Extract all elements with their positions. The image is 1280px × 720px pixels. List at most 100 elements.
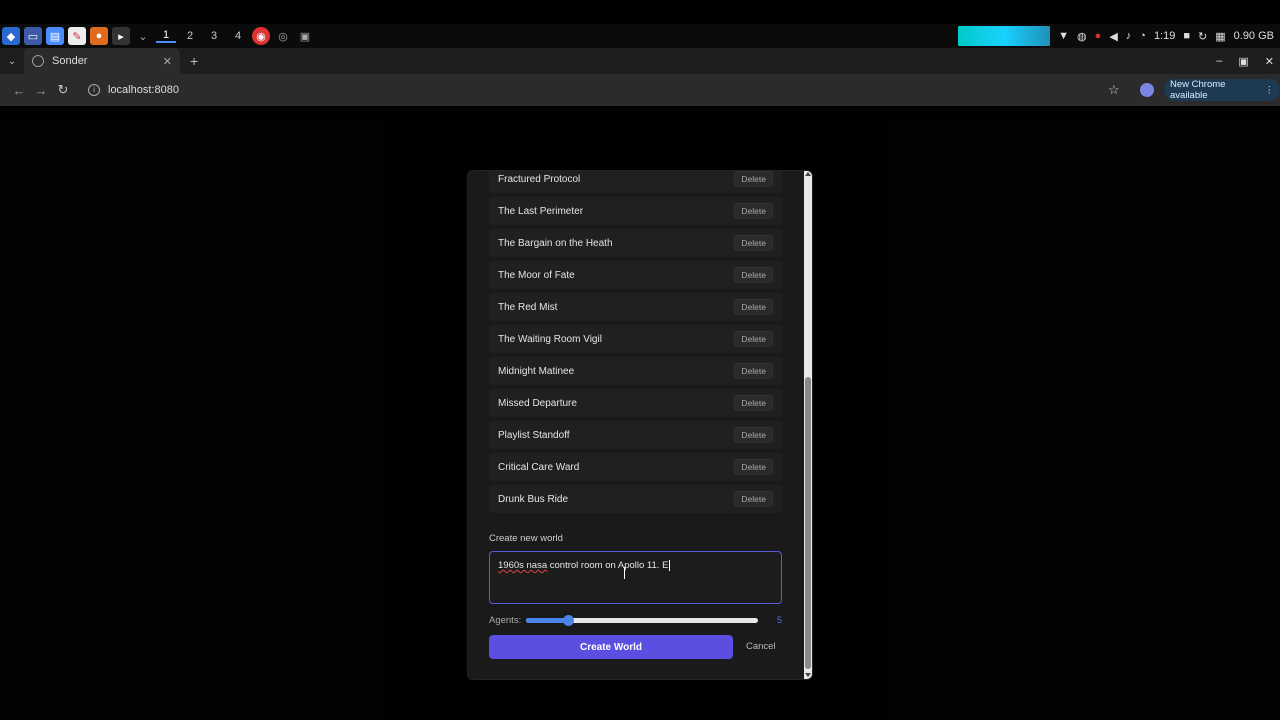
more-vert-icon: ⋮ (1264, 84, 1275, 96)
desktop-icon[interactable]: ▭ (24, 27, 42, 45)
tab-search-icon[interactable]: ⌄ (0, 56, 24, 67)
world-name[interactable]: Fractured Protocol (498, 174, 580, 185)
delete-button[interactable]: Delete (734, 235, 773, 251)
list-item: The Bargain on the Heath Delete (489, 229, 782, 257)
world-name[interactable]: The Waiting Room Vigil (498, 334, 602, 345)
minimize-icon[interactable]: – (1216, 55, 1222, 68)
url-text: localhost:8080 (108, 84, 179, 96)
world-name[interactable]: Missed Departure (498, 398, 577, 409)
volume-icon[interactable]: ◀ (1109, 30, 1117, 43)
audio-visualizer (958, 26, 1051, 46)
workspace-2[interactable]: 2 (180, 30, 200, 42)
forward-icon[interactable]: → (30, 83, 52, 98)
delete-button[interactable]: Delete (734, 171, 773, 187)
terminal-icon[interactable]: ▸ (112, 27, 130, 45)
cancel-button[interactable]: Cancel (746, 641, 776, 652)
list-item: The Red Mist Delete (489, 293, 782, 321)
delete-button[interactable]: Delete (734, 395, 773, 411)
scroll-up-icon[interactable] (805, 172, 811, 176)
prompt-text-misspelled: 1960s nasa (498, 560, 548, 571)
list-item: Critical Care Ward Delete (489, 453, 782, 481)
world-name[interactable]: The Bargain on the Heath (498, 238, 613, 249)
worlds-modal: Fractured Protocol Delete The Last Perime… (467, 170, 813, 680)
lock-icon[interactable]: ■ (1183, 30, 1190, 42)
firefox-icon[interactable]: ● (90, 27, 108, 45)
clock-icon: ◔ (1139, 30, 1146, 42)
refresh-icon[interactable]: ↻ (1198, 30, 1207, 43)
page-viewport: Fractured Protocol Delete The Last Perime… (0, 106, 1280, 720)
memory-usage: 0.90 GB (1233, 30, 1274, 42)
agents-value: 5 (777, 615, 783, 625)
delete-button[interactable]: Delete (734, 299, 773, 315)
delete-button[interactable]: Delete (734, 459, 773, 475)
site-info-icon[interactable]: i (88, 84, 100, 96)
world-name[interactable]: The Red Mist (498, 302, 557, 313)
workspace-1[interactable]: 1 (156, 29, 176, 43)
delete-button[interactable]: Delete (734, 363, 773, 379)
delete-button[interactable]: Delete (734, 267, 773, 283)
world-prompt-textarea[interactable]: 1960s nasa control room on Apollo 11. E​ (489, 551, 782, 604)
vpn-icon[interactable]: ◍ (1077, 30, 1087, 43)
delete-button[interactable]: Delete (734, 331, 773, 347)
editor-icon[interactable]: ✎ (68, 27, 86, 45)
browser-tabbar: ⌄ Sonder ✕ + – ▣ ✕ (0, 48, 1280, 74)
launcher-icon[interactable]: ◆ (2, 27, 20, 45)
clock-time: 1:19 (1153, 30, 1176, 42)
scrollbar-thumb[interactable] (805, 377, 811, 669)
world-name[interactable]: Playlist Standoff (498, 430, 570, 441)
world-list: Fractured Protocol Delete The Last Perime… (489, 171, 782, 517)
list-item: Midnight Matinee Delete (489, 357, 782, 385)
world-name[interactable]: Midnight Matinee (498, 366, 574, 377)
world-name[interactable]: Drunk Bus Ride (498, 494, 568, 505)
address-bar[interactable]: i localhost:8080 (82, 78, 1102, 102)
create-world-label: Create new world (489, 533, 563, 544)
chrome-icon[interactable]: ◉ (252, 27, 270, 45)
modal-scrollbar[interactable] (804, 171, 812, 679)
scroll-down-icon[interactable] (805, 673, 811, 677)
browser-tab[interactable]: Sonder ✕ (24, 48, 180, 74)
workspace-3[interactable]: 3 (204, 30, 224, 42)
world-name[interactable]: The Moor of Fate (498, 270, 575, 281)
agents-slider[interactable] (526, 615, 758, 626)
close-window-icon[interactable]: ✕ (1265, 55, 1274, 68)
mouse-ibeam-cursor (624, 567, 626, 579)
files-icon[interactable]: ▤ (46, 27, 64, 45)
list-item: The Waiting Room Vigil Delete (489, 325, 782, 353)
world-name[interactable]: Critical Care Ward (498, 462, 579, 473)
agents-slider-thumb[interactable] (562, 615, 574, 626)
memory-icon: ▦ (1215, 30, 1226, 43)
workspace-4[interactable]: 4 (228, 30, 248, 42)
terminal-window-icon[interactable]: ▣ (296, 27, 314, 45)
list-item: Missed Departure Delete (489, 389, 782, 417)
prompt-text: control room on Apollo 11. E (547, 560, 669, 571)
delete-button[interactable]: Delete (734, 491, 773, 507)
create-world-button[interactable]: Create World (489, 635, 733, 659)
list-item: Drunk Bus Ride Delete (489, 485, 782, 513)
list-item: Playlist Standoff Delete (489, 421, 782, 449)
profile-icon[interactable] (1140, 83, 1154, 97)
world-name[interactable]: The Last Perimeter (498, 206, 583, 217)
list-item: The Moor of Fate Delete (489, 261, 782, 289)
bookmark-star-icon[interactable]: ☆ (1108, 82, 1120, 98)
chevron-down-icon[interactable]: ⌄ (134, 27, 152, 45)
mic-icon[interactable]: ● (1095, 30, 1102, 42)
delete-button[interactable]: Delete (734, 427, 773, 443)
bell-icon[interactable]: ♪ (1126, 30, 1132, 42)
os-taskbar: ◆ ▭ ▤ ✎ ● ▸ ⌄ 1 2 3 4 ◉ ◎ ▣ ▼ ◍ ● ◀ ♪ ◔ … (0, 24, 1280, 48)
agents-slider-fill (526, 618, 568, 623)
text-caret: ​ (669, 560, 671, 571)
delete-button[interactable]: Delete (734, 203, 773, 219)
update-chrome-button[interactable]: New Chrome available ⋮ (1164, 79, 1280, 101)
close-icon[interactable]: ✕ (163, 55, 172, 68)
maximize-icon[interactable]: ▣ (1238, 55, 1248, 68)
update-label: New Chrome available (1170, 79, 1226, 101)
reload-icon[interactable]: ↻ (52, 82, 74, 98)
wifi-icon[interactable]: ▼ (1058, 30, 1069, 42)
globe-icon (32, 55, 44, 67)
list-item: The Last Perimeter Delete (489, 197, 782, 225)
new-tab-icon[interactable]: + (190, 53, 198, 69)
list-item: Fractured Protocol Delete (489, 171, 782, 193)
tab-title: Sonder (52, 55, 88, 67)
obs-icon[interactable]: ◎ (274, 27, 292, 45)
back-icon[interactable]: ← (8, 83, 30, 98)
